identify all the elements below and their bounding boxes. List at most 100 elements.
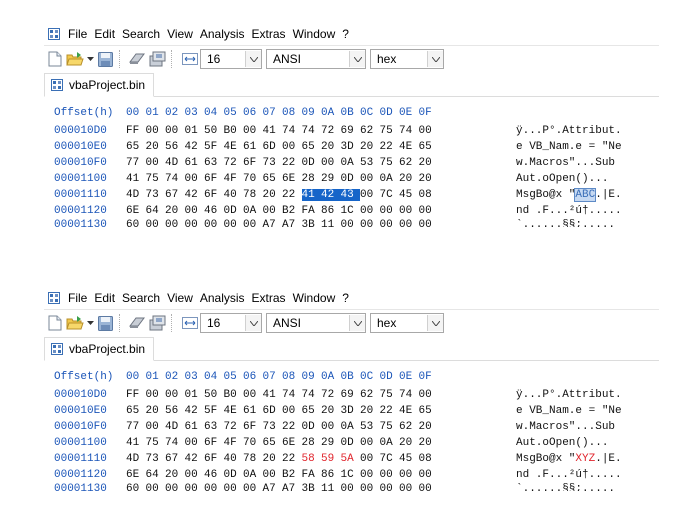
hex-byte[interactable]: 0D: [341, 173, 361, 185]
hex-byte[interactable]: 75: [380, 125, 400, 137]
hex-byte[interactable]: B0: [224, 389, 244, 401]
hex-byte[interactable]: 0A: [341, 157, 361, 169]
hex-byte[interactable]: 0D: [224, 205, 244, 217]
save-disk-icon[interactable]: [96, 314, 114, 332]
hex-byte[interactable]: 75: [146, 173, 166, 185]
hex-byte[interactable]: 78: [243, 453, 263, 465]
combo-arrow-icon[interactable]: [245, 51, 261, 67]
hex-byte[interactable]: 41: [301, 189, 321, 201]
hex-byte[interactable]: 22: [380, 141, 400, 153]
hex-byte[interactable]: 75: [380, 157, 400, 169]
hex-byte[interactable]: 4D: [165, 157, 185, 169]
hex-byte[interactable]: 00: [243, 219, 263, 227]
menu-window[interactable]: Window: [293, 291, 336, 305]
hex-byte[interactable]: 62: [360, 125, 380, 137]
chevron-down-icon[interactable]: [86, 314, 94, 332]
hex-byte[interactable]: 00: [321, 157, 341, 169]
hex-byte[interactable]: 42: [185, 141, 205, 153]
hex-byte[interactable]: 0D: [302, 157, 322, 169]
hex-byte[interactable]: 0A: [243, 205, 263, 217]
hex-byte[interactable]: 40: [224, 189, 244, 201]
hex-byte[interactable]: 20: [146, 405, 166, 417]
tab-vbaproject[interactable]: vbaProject.bin: [44, 337, 155, 361]
hex-view[interactable]: Offset(h) 00 01 02 03 04 05 06 07 08 09 0A 0B 0C 0D 0E…: [44, 103, 659, 227]
hex-byte[interactable]: 20: [263, 189, 283, 201]
hex-byte[interactable]: 00: [419, 469, 439, 481]
hex-byte[interactable]: 42: [185, 453, 205, 465]
hex-byte[interactable]: 20: [399, 437, 419, 449]
hex-byte[interactable]: 00: [282, 405, 302, 417]
hex-byte[interactable]: 28: [302, 173, 322, 185]
hex-byte[interactable]: 00: [360, 483, 380, 491]
hex-byte[interactable]: 75: [380, 421, 400, 433]
hex-byte[interactable]: 0D: [224, 469, 244, 481]
menu-edit[interactable]: Edit: [94, 27, 115, 41]
hex-byte[interactable]: 73: [263, 421, 283, 433]
ascii-text[interactable]: w.Macros"...Sub: [516, 421, 622, 433]
hex-byte[interactable]: 61: [185, 157, 205, 169]
hex-byte[interactable]: 4D: [126, 453, 146, 465]
hex-byte[interactable]: 78: [243, 189, 263, 201]
open-folder-icon[interactable]: [66, 314, 84, 332]
hex-byte[interactable]: 72: [224, 421, 244, 433]
hex-byte[interactable]: 41: [126, 173, 146, 185]
hex-byte[interactable]: 00: [185, 437, 205, 449]
ascii-text[interactable]: Aut.oOpen()...: [516, 437, 622, 449]
hex-byte[interactable]: 20: [419, 157, 439, 169]
hex-byte[interactable]: 64: [146, 469, 166, 481]
hex-byte[interactable]: 62: [399, 157, 419, 169]
hex-byte[interactable]: 20: [146, 141, 166, 153]
hex-byte[interactable]: 41: [126, 437, 146, 449]
hex-byte[interactable]: 00: [360, 469, 380, 481]
ascii-text[interactable]: ÿ...P°.Attribut.: [516, 389, 622, 401]
hex-byte[interactable]: A7: [282, 219, 302, 227]
hex-byte[interactable]: 56: [165, 141, 185, 153]
hex-byte[interactable]: 20: [165, 469, 185, 481]
ascii-text[interactable]: Aut.oOpen()...: [516, 173, 622, 185]
hex-byte[interactable]: 00: [204, 219, 224, 227]
hex-byte[interactable]: 00: [146, 125, 166, 137]
hex-byte[interactable]: 00: [360, 219, 380, 227]
menu-extras[interactable]: Extras: [252, 291, 286, 305]
hex-byte[interactable]: 20: [419, 173, 439, 185]
hex-byte[interactable]: 74: [165, 173, 185, 185]
combo-arrow-icon[interactable]: [427, 315, 443, 331]
hex-byte[interactable]: 73: [146, 189, 166, 201]
hex-byte[interactable]: 42: [321, 189, 341, 201]
hex-byte[interactable]: FA: [302, 469, 322, 481]
hex-byte[interactable]: 22: [380, 405, 400, 417]
hex-byte[interactable]: 53: [360, 157, 380, 169]
menu-extras[interactable]: Extras: [252, 27, 286, 41]
hex-byte[interactable]: 50: [204, 125, 224, 137]
hex-byte[interactable]: 42: [185, 405, 205, 417]
hex-byte[interactable]: 7C: [380, 189, 400, 201]
hex-byte[interactable]: 00: [419, 205, 439, 217]
hex-byte[interactable]: 86: [321, 205, 341, 217]
hex-byte[interactable]: 00: [146, 219, 166, 227]
hex-byte[interactable]: 00: [360, 453, 380, 465]
hex-byte[interactable]: 77: [126, 157, 146, 169]
hex-byte[interactable]: 29: [321, 173, 341, 185]
hex-byte[interactable]: 6E: [126, 469, 146, 481]
hex-byte[interactable]: 11: [321, 483, 341, 491]
hex-byte[interactable]: 77: [126, 421, 146, 433]
hex-byte[interactable]: 72: [224, 157, 244, 169]
hex-byte[interactable]: 00: [146, 389, 166, 401]
ascii-text[interactable]: nd .F...²ú†.....: [516, 469, 622, 481]
hex-byte[interactable]: 6E: [282, 173, 302, 185]
hex-byte[interactable]: 08: [419, 453, 439, 465]
open-folder-icon[interactable]: [66, 50, 84, 68]
ram-icon[interactable]: [128, 50, 146, 68]
hex-byte[interactable]: 00: [360, 205, 380, 217]
hex-byte[interactable]: 00: [399, 483, 419, 491]
hex-byte[interactable]: 00: [263, 469, 283, 481]
hex-byte[interactable]: FF: [126, 125, 146, 137]
menu-analysis[interactable]: Analysis: [200, 27, 245, 41]
hex-byte[interactable]: 62: [360, 389, 380, 401]
menu-file[interactable]: File: [68, 27, 87, 41]
hex-byte[interactable]: 00: [185, 469, 205, 481]
hex-byte[interactable]: 22: [282, 421, 302, 433]
hex-byte[interactable]: 41: [263, 389, 283, 401]
hex-byte[interactable]: 0A: [380, 173, 400, 185]
hex-byte[interactable]: 22: [282, 157, 302, 169]
